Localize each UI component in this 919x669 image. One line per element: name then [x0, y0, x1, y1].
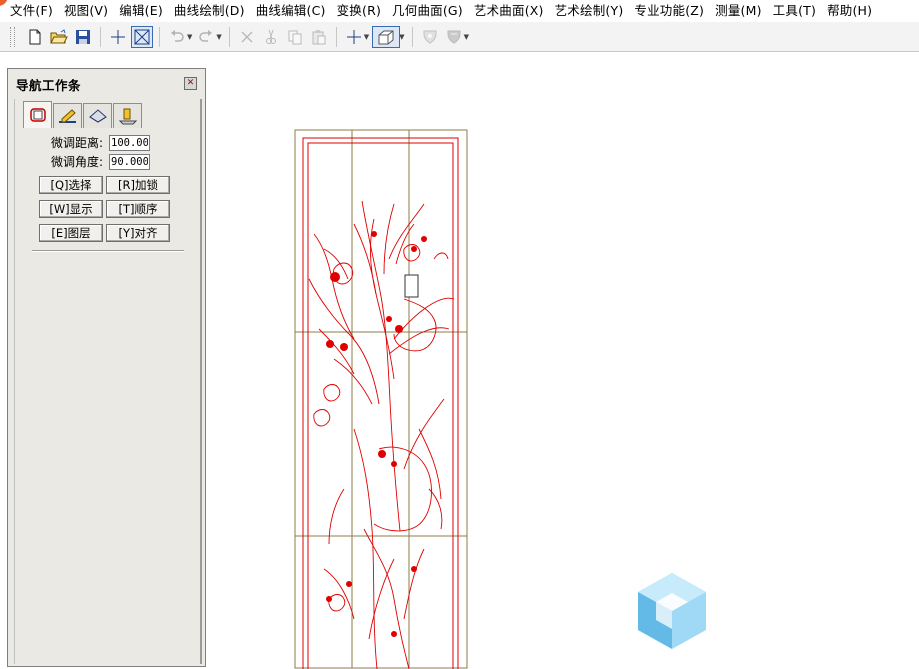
snap-crosshair-icon[interactable]: [343, 26, 365, 48]
close-icon[interactable]: ✕: [184, 77, 197, 90]
new-file-icon[interactable]: [24, 26, 46, 48]
undo-icon[interactable]: [166, 26, 188, 48]
watermark-cube-icon: [638, 573, 706, 649]
drawing-boundary: [294, 129, 468, 669]
select-button[interactable]: [Q]选择: [39, 176, 103, 194]
menu-art-draw[interactable]: 艺术绘制(Y): [550, 0, 630, 22]
menu-help[interactable]: 帮助(H): [822, 0, 878, 22]
toolbar-separator: [335, 26, 337, 47]
plane-tab-icon[interactable]: [83, 103, 112, 128]
toolbar-separator: [228, 26, 230, 47]
menu-curve-edit[interactable]: 曲线编辑(C): [251, 0, 332, 22]
menu-curve-draw[interactable]: 曲线绘制(D): [169, 0, 251, 22]
tool-tab-icon[interactable]: [113, 103, 142, 128]
selection-cursor-box: [404, 274, 419, 298]
crosshair-icon[interactable]: [107, 26, 129, 48]
toolbar-separator: [411, 26, 413, 47]
lock-button[interactable]: [R]加锁: [106, 176, 170, 194]
drawing-canvas[interactable]: [294, 129, 469, 669]
fine-angle-row: 微调角度:: [51, 153, 150, 170]
view-cube-icon[interactable]: [372, 25, 401, 48]
align-button[interactable]: [Y]对齐: [106, 224, 170, 242]
open-folder-icon[interactable]: [48, 26, 70, 48]
panel-divider: [32, 250, 184, 252]
menu-geometric-surface[interactable]: 几何曲面(G): [387, 0, 469, 22]
pencil-tab-icon[interactable]: [53, 103, 82, 128]
save-icon[interactable]: [72, 26, 94, 48]
panel-border-outer: [302, 137, 459, 669]
paste-icon[interactable]: [308, 26, 330, 48]
menu-art-surface[interactable]: 艺术曲面(X): [469, 0, 550, 22]
copy-icon[interactable]: [284, 26, 306, 48]
panel-tabs: [23, 101, 143, 128]
menu-bar: 文件(F) 视图(V) 编辑(E) 曲线绘制(D) 曲线编辑(C) 变换(R) …: [0, 0, 919, 22]
panel-border-inner: [307, 142, 454, 669]
shield-filled-icon[interactable]: [443, 26, 465, 48]
scissors-icon[interactable]: [260, 26, 282, 48]
toolbar-separator: [100, 26, 101, 47]
menu-view[interactable]: 视图(V): [59, 0, 114, 22]
shield-outline-icon[interactable]: [419, 26, 441, 48]
show-button[interactable]: [W]显示: [39, 200, 103, 218]
menu-transform[interactable]: 变换(R): [332, 0, 387, 22]
panel-title: 导航工作条: [16, 77, 82, 93]
toolbar-grip[interactable]: [10, 26, 15, 47]
toolbar: ▼ ▼ ▼ ▼ ▼: [0, 22, 919, 52]
window-tab-icon[interactable]: [23, 101, 52, 128]
navigation-panel: 导航工作条 ✕ 微调距离: 微调角度: [Q]选择 [R]加锁 [: [7, 68, 206, 667]
menu-measure[interactable]: 测量(M): [710, 0, 768, 22]
layer-button[interactable]: [E]图层: [39, 224, 103, 242]
fine-distance-input[interactable]: [109, 134, 150, 151]
menu-edit[interactable]: 编辑(E): [114, 0, 169, 22]
fine-angle-label: 微调角度:: [51, 155, 104, 169]
menu-file[interactable]: 文件(F): [0, 0, 59, 22]
fine-distance-label: 微调距离:: [51, 136, 104, 150]
cut-x-icon[interactable]: [236, 26, 258, 48]
zoom-box-icon[interactable]: [131, 25, 153, 48]
fine-angle-input[interactable]: [109, 153, 150, 170]
redo-icon[interactable]: [195, 26, 217, 48]
menu-professional[interactable]: 专业功能(Z): [629, 0, 710, 22]
toolbar-separator: [159, 26, 160, 47]
order-button[interactable]: [T]顺序: [106, 200, 170, 218]
fine-distance-row: 微调距离:: [51, 134, 150, 151]
menu-tools[interactable]: 工具(T): [768, 0, 822, 22]
panel-body: 微调距离: 微调角度: [Q]选择 [R]加锁 [W]显示 [T]顺序 [E]图…: [14, 99, 202, 664]
